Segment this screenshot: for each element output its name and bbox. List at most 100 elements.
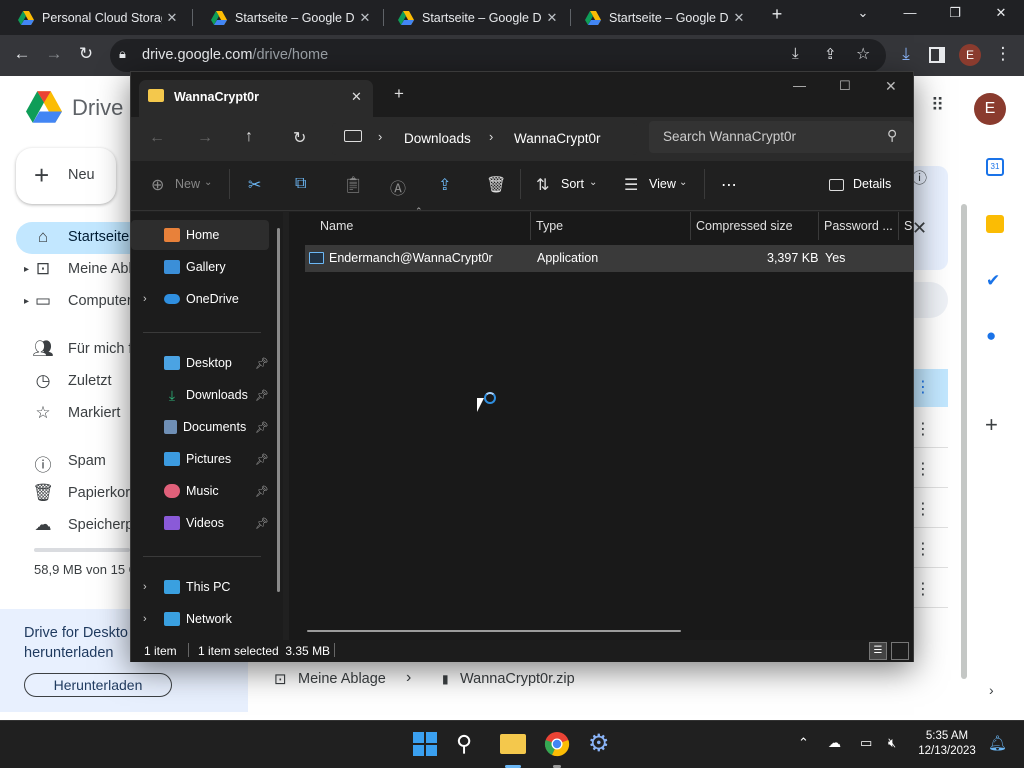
- new-button[interactable]: + Neu: [16, 148, 116, 204]
- volume-muted-icon[interactable]: 🔇︎: [888, 735, 896, 751]
- nav-onedrive[interactable]: › OneDrive: [131, 284, 269, 314]
- browser-tab[interactable]: Startseite – Google Drive ✕: [193, 0, 383, 35]
- forward-icon[interactable]: →: [42, 44, 66, 64]
- file-row[interactable]: Endermanch@WannaCrypt0r Application 3,39…: [305, 245, 913, 272]
- nav-downloads[interactable]: ⤓ Downloads 📌︎: [131, 380, 269, 410]
- more-options-icon[interactable]: ⋮: [915, 499, 931, 519]
- more-icon[interactable]: ⋯: [721, 175, 737, 195]
- maximize-icon[interactable]: ☐: [839, 78, 851, 94]
- view-button-label[interactable]: View: [649, 177, 676, 191]
- new-tab-icon[interactable]: +: [394, 84, 404, 104]
- search-box[interactable]: Search WannaCrypt0r ⚲: [649, 121, 913, 153]
- up-icon[interactable]: ↑: [245, 128, 253, 146]
- search-icon[interactable]: ⚲: [456, 731, 482, 757]
- nav-label[interactable]: Startseite: [68, 229, 129, 245]
- chrome-menu-icon[interactable]: ⋮: [991, 44, 1015, 64]
- details-button-label[interactable]: Details: [853, 177, 891, 191]
- onedrive-status-icon[interactable]: ☁︎: [828, 735, 841, 751]
- expand-icon[interactable]: ›: [143, 581, 147, 593]
- share-icon[interactable]: ⇪: [824, 45, 837, 63]
- reload-icon[interactable]: ↻: [74, 44, 98, 64]
- profile-avatar[interactable]: E: [959, 44, 981, 66]
- minimize-icon[interactable]: —: [895, 5, 925, 20]
- refresh-icon[interactable]: ↻: [293, 128, 306, 148]
- column-header-size[interactable]: Si: [904, 219, 913, 233]
- more-options-icon[interactable]: ⋮: [915, 377, 931, 397]
- browser-tab-active[interactable]: Startseite – Google Drive ✕: [567, 0, 757, 35]
- new-icon[interactable]: ⊕: [151, 175, 164, 195]
- settings-gear-icon[interactable]: ⚙: [588, 731, 614, 757]
- nav-this-pc[interactable]: › This PC: [131, 572, 269, 602]
- restore-icon[interactable]: ❐: [940, 5, 970, 21]
- downloads-icon[interactable]: ⤓: [894, 44, 918, 64]
- delete-icon[interactable]: 🗑︎: [486, 175, 506, 195]
- close-banner-icon[interactable]: ✕: [912, 218, 927, 239]
- account-avatar[interactable]: E: [974, 93, 1006, 125]
- breadcrumb-downloads[interactable]: Downloads: [404, 131, 471, 146]
- pin-icon[interactable]: 📌︎: [255, 421, 269, 434]
- show-hidden-icons-icon[interactable]: ⌃: [798, 735, 809, 751]
- add-addon-icon[interactable]: +: [985, 412, 998, 438]
- bookmark-star-icon[interactable]: ☆: [856, 44, 870, 64]
- nav-music[interactable]: Music 📌︎: [131, 476, 269, 506]
- nav-label[interactable]: Zuletzt: [68, 373, 112, 389]
- new-tab-button[interactable]: +: [762, 4, 792, 25]
- details-view-icon[interactable]: ☰: [869, 642, 887, 660]
- display-icon[interactable]: ▭: [860, 735, 872, 751]
- nav-pictures[interactable]: Pictures 📌︎: [131, 444, 269, 474]
- show-side-panel-icon[interactable]: ›: [989, 682, 994, 698]
- large-icons-view-icon[interactable]: [891, 642, 909, 660]
- nav-label[interactable]: Spam: [68, 453, 106, 469]
- download-button[interactable]: Herunterladen: [24, 673, 172, 697]
- nav-label[interactable]: Markiert: [68, 405, 120, 421]
- file-explorer-taskbar-button[interactable]: [500, 731, 526, 768]
- scrollbar[interactable]: [961, 204, 967, 679]
- side-panel-icon[interactable]: [929, 47, 945, 63]
- pin-icon[interactable]: 📌︎: [255, 517, 269, 530]
- tasks-icon[interactable]: ✔︎: [986, 271, 1000, 291]
- nav-desktop[interactable]: Desktop 📌︎: [131, 348, 269, 378]
- pin-icon[interactable]: 📌︎: [255, 389, 269, 402]
- chrome-taskbar-button[interactable]: [544, 731, 570, 768]
- clock[interactable]: 5:35 AM 12/13/2023: [912, 729, 982, 759]
- calendar-icon[interactable]: 31: [986, 158, 1004, 176]
- back-icon[interactable]: ←: [149, 129, 165, 147]
- close-tab-icon[interactable]: ✕: [351, 89, 362, 105]
- more-options-icon[interactable]: ⋮: [915, 459, 931, 479]
- sort-button-label[interactable]: Sort: [561, 177, 584, 191]
- nav-home[interactable]: Home: [131, 220, 269, 250]
- breadcrumb-file[interactable]: WannaCrypt0r.zip: [460, 671, 575, 687]
- address-bar[interactable]: 🔒︎ drive.google.com/drive/home ⤓ ⇪ ☆: [110, 39, 886, 72]
- address-bar[interactable]: › Downloads › WannaCrypt0r: [332, 123, 637, 155]
- column-header-name[interactable]: Name: [320, 219, 353, 233]
- share-icon[interactable]: ⇪: [438, 175, 451, 195]
- contacts-icon[interactable]: ●: [986, 326, 996, 346]
- start-button[interactable]: [412, 731, 438, 757]
- horizontal-scrollbar[interactable]: [307, 630, 681, 632]
- apps-grid-icon[interactable]: ⠿: [931, 95, 944, 116]
- column-header-type[interactable]: Type: [536, 219, 563, 233]
- install-app-icon[interactable]: ⤓: [792, 45, 799, 62]
- breadcrumb-wannacrypt0r[interactable]: WannaCrypt0r: [514, 131, 601, 146]
- new-button-label[interactable]: New: [175, 177, 200, 191]
- pin-icon[interactable]: 📌︎: [255, 357, 269, 370]
- expand-arrow-icon[interactable]: ▸: [24, 264, 29, 275]
- nav-documents[interactable]: Documents 📌︎: [131, 412, 269, 442]
- close-tab-icon[interactable]: ✕: [162, 10, 182, 26]
- info-icon[interactable]: ⓘ: [912, 167, 927, 188]
- tab-search-icon[interactable]: ⌄: [848, 5, 878, 21]
- nav-label[interactable]: Papierkorb: [68, 485, 138, 501]
- breadcrumb-root[interactable]: Meine Ablage: [298, 671, 386, 687]
- pin-icon[interactable]: 📌︎: [255, 485, 269, 498]
- minimize-icon[interactable]: —: [793, 78, 806, 93]
- back-icon[interactable]: ←: [10, 44, 34, 64]
- browser-tab[interactable]: Startseite – Google Drive ✕: [380, 0, 570, 35]
- close-tab-icon[interactable]: ✕: [355, 10, 375, 26]
- notification-bell-icon[interactable]: 🔔︎: [988, 734, 1007, 752]
- nav-label[interactable]: Computer: [68, 293, 132, 309]
- nav-videos[interactable]: Videos 📌︎: [131, 508, 269, 538]
- keep-icon[interactable]: [986, 215, 1004, 233]
- more-options-icon[interactable]: ⋮: [915, 419, 931, 439]
- browser-tab[interactable]: Personal Cloud Storage ✕: [0, 0, 190, 35]
- details-pane-icon[interactable]: [829, 179, 844, 191]
